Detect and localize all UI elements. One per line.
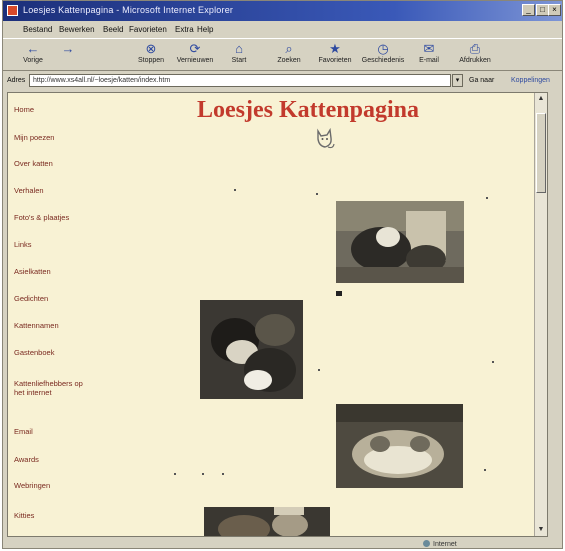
favorites-icon: ★ (329, 41, 341, 56)
security-zone: Internet (423, 540, 457, 548)
refresh-label: Vernieuwen (176, 57, 214, 64)
nav-link-awards[interactable]: Awards (14, 455, 39, 464)
spacer-dot (318, 369, 320, 371)
nav-link-guestbook[interactable]: Gastenboek (14, 348, 54, 357)
nav-link-webrings[interactable]: Webringen (14, 481, 50, 490)
home-label: Start (231, 57, 247, 64)
links-button[interactable]: Koppelingen (511, 77, 550, 84)
home-button[interactable]: ⌂ Start (217, 41, 261, 69)
history-button[interactable]: ◷ Geschiedenis (361, 41, 405, 69)
favorites-label: Favorieten (318, 57, 352, 64)
address-label: Adres (7, 77, 26, 84)
print-label: Afdrukken (459, 57, 491, 64)
menu-bar: Bestand Bewerken Beeld Favorieten Extra … (3, 21, 562, 37)
spacer-dot (202, 473, 204, 475)
spacer-dot (486, 197, 488, 199)
nav-link-names[interactable]: Kattennamen (14, 321, 59, 330)
print-icon: ⎙ (469, 41, 481, 56)
address-input[interactable]: http://www.xs4all.nl/~loesje/katten/inde… (29, 74, 451, 87)
nav-link-stories[interactable]: Verhalen (14, 186, 44, 195)
stop-icon: ⊗ (145, 41, 157, 56)
page-title: Loesjes Kattenpagina (197, 97, 419, 123)
zone-label: Internet (433, 541, 457, 548)
history-icon: ◷ (377, 41, 389, 56)
ie-logo-icon (7, 5, 18, 16)
nav-link-kitties[interactable]: Kitties (14, 511, 34, 520)
forward-button[interactable]: → (53, 41, 83, 69)
cat-photo-1 (336, 201, 464, 283)
menu-view[interactable]: Beeld (103, 25, 123, 34)
nav-sidebar: Home Mijn poezen Over katten Verhalen Fo… (8, 93, 92, 536)
spacer-dot (174, 473, 176, 475)
favorites-button[interactable]: ★ Favorieten (313, 41, 357, 69)
nav-link-cat-lovers[interactable]: Kattenliefhebbers op het internet (14, 379, 90, 397)
refresh-button[interactable]: ⟳ Vernieuwen (173, 41, 217, 69)
vertical-scrollbar[interactable]: ▲ ▼ (534, 93, 547, 536)
cat-photo-2 (200, 300, 303, 399)
menu-favorites[interactable]: Favorieten (129, 25, 167, 34)
search-label: Zoeken (277, 57, 301, 64)
photo-1-caption-mark (336, 291, 342, 296)
page-content: Home Mijn poezen Over katten Verhalen Fo… (7, 92, 548, 537)
spacer-dot (234, 189, 236, 191)
minimize-button[interactable]: _ (522, 4, 535, 16)
print-button[interactable]: ⎙ Afdrukken (453, 41, 497, 69)
search-button[interactable]: ⌕ Zoeken (267, 41, 311, 69)
back-label: Vorige (23, 57, 43, 64)
close-button[interactable]: × (548, 4, 561, 16)
nav-link-about[interactable]: Over katten (14, 159, 53, 168)
globe-icon (423, 540, 430, 547)
mail-button[interactable]: ✉ E-mail (407, 41, 451, 69)
scroll-thumb[interactable] (536, 113, 546, 193)
nav-link-home[interactable]: Home (14, 105, 34, 114)
menu-file[interactable]: Bestand (23, 25, 52, 34)
back-arrow-icon: ← (26, 41, 40, 56)
toolbar: ← Vorige → ⊗ Stoppen ⟳ Vernieuwen ⌂ Star… (3, 38, 562, 71)
forward-arrow-icon: → (61, 41, 75, 56)
menu-help[interactable]: Help (197, 25, 213, 34)
browser-window: Loesjes Kattenpagina - Microsoft Interne… (2, 0, 563, 549)
home-icon: ⌂ (235, 41, 243, 56)
nav-link-shelter[interactable]: Asielkatten (14, 267, 51, 276)
search-icon: ⌕ (285, 41, 293, 56)
mail-icon: ✉ (423, 41, 435, 56)
main-column: Loesjes Kattenpagina (92, 93, 547, 536)
window-title: Loesjes Kattenpagina - Microsoft Interne… (23, 5, 234, 15)
history-label: Geschiedenis (361, 57, 405, 64)
scroll-down-icon[interactable]: ▼ (536, 525, 546, 535)
cat-photo-3 (336, 404, 463, 488)
refresh-icon: ⟳ (189, 41, 201, 56)
spacer-dot (484, 469, 486, 471)
spacer-dot (222, 473, 224, 475)
go-button[interactable]: Ga naar (469, 77, 494, 84)
nav-link-photos[interactable]: Foto's & plaatjes (14, 213, 69, 222)
cat-logo-icon (314, 127, 336, 151)
status-bar: Internet (3, 538, 562, 548)
menu-edit[interactable]: Bewerken (59, 25, 95, 34)
menu-tools[interactable]: Extra (175, 25, 194, 34)
nav-link-poems[interactable]: Gedichten (14, 294, 48, 303)
nav-link-email[interactable]: Email (14, 427, 33, 436)
address-dropdown-button[interactable]: ▾ (452, 74, 463, 87)
stop-button[interactable]: ⊗ Stoppen (129, 41, 173, 69)
stop-label: Stoppen (137, 57, 165, 64)
spacer-dot (492, 361, 494, 363)
address-bar: Adres http://www.xs4all.nl/~loesje/katte… (3, 72, 562, 90)
nav-link-cats[interactable]: Mijn poezen (14, 133, 54, 142)
cat-photo-4 (204, 507, 330, 536)
back-button[interactable]: ← Vorige (11, 41, 55, 69)
spacer-dot (316, 193, 318, 195)
nav-link-links[interactable]: Links (14, 240, 32, 249)
scroll-up-icon[interactable]: ▲ (536, 94, 546, 104)
title-bar: Loesjes Kattenpagina - Microsoft Interne… (3, 1, 562, 21)
mail-label: E-mail (419, 57, 439, 64)
